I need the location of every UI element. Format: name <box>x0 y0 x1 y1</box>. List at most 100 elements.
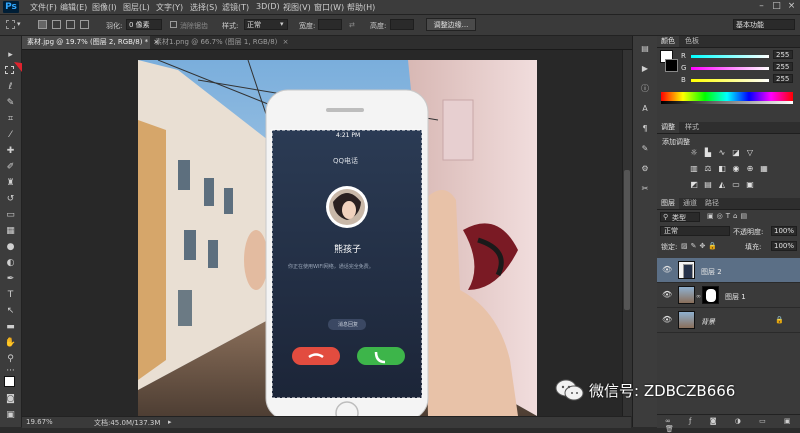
tab-document-2[interactable]: 素材1.png @ 66.7% (图层 1, RGB/8) × <box>150 36 290 49</box>
shape-tool-icon[interactable]: ▬ <box>4 322 17 333</box>
black-white-icon[interactable]: ◧ <box>717 164 727 174</box>
history-brush-icon[interactable]: ↺ <box>4 194 17 205</box>
workspace-select[interactable]: 基本功能 <box>733 19 795 30</box>
status-arrow-icon[interactable]: ▸ <box>168 418 172 426</box>
visibility-eye-icon[interactable]: 👁 <box>662 316 672 324</box>
brightness-icon[interactable]: ☼ <box>689 148 699 158</box>
threshold-icon[interactable]: ◭ <box>717 180 727 190</box>
levels-icon[interactable]: ▙ <box>703 148 713 158</box>
pen-tool-icon[interactable]: ✒ <box>4 274 17 285</box>
menu-filter[interactable]: 滤镜(T) <box>222 2 249 13</box>
paragraph-panel-icon[interactable]: ¶ <box>639 124 651 134</box>
opacity-input[interactable]: 100% <box>771 226 797 236</box>
close-window-icon[interactable]: × <box>787 2 796 11</box>
menu-file[interactable]: 文件(F) <box>30 2 57 13</box>
quick-selection-icon[interactable]: ✎ <box>4 98 17 109</box>
minimize-icon[interactable]: – <box>757 2 766 11</box>
tab-layers[interactable]: 图层 <box>657 198 679 209</box>
menu-view[interactable]: 视图(V) <box>283 2 311 13</box>
menu-window[interactable]: 窗口(W) <box>314 2 344 13</box>
b-value[interactable]: 255 <box>773 74 793 83</box>
grayscale-ramp[interactable] <box>661 101 793 104</box>
document-canvas[interactable]: 4:21 PM QQ电话 熊孩子 你正在使用WIFI网络，通话完全免费。 消息回… <box>138 60 537 416</box>
photo-filter-icon[interactable]: ◉ <box>731 164 741 174</box>
info-panel-icon[interactable]: ⓘ <box>639 84 651 94</box>
hand-tool-icon[interactable]: ✋ <box>4 338 17 349</box>
eyedropper-icon[interactable]: ⁄ <box>4 130 17 141</box>
chain-link-icon[interactable]: ∞ <box>696 293 701 300</box>
zoom-level[interactable]: 19.67% <box>26 418 53 426</box>
dropdown-arrow-icon[interactable]: ▾ <box>17 20 21 28</box>
layer-row-2[interactable]: 👁 图层 2 <box>657 258 800 283</box>
tab-adjustments[interactable]: 调整 <box>657 122 679 133</box>
tab-styles[interactable]: 样式 <box>681 122 703 133</box>
color-balance-icon[interactable]: ⚖ <box>703 164 713 174</box>
foreground-color-swatch[interactable] <box>4 376 15 387</box>
height-input[interactable] <box>390 19 414 30</box>
r-slider[interactable] <box>691 55 769 58</box>
character-panel-icon[interactable]: A <box>639 104 651 114</box>
menu-type[interactable]: 文字(Y) <box>156 2 183 13</box>
g-value[interactable]: 255 <box>773 62 793 71</box>
menu-3d[interactable]: 3D(D) <box>256 2 280 11</box>
visibility-eye-icon[interactable]: 👁 <box>662 266 672 274</box>
layer-name[interactable]: 图层 1 <box>725 292 746 302</box>
curves-icon[interactable]: ∿ <box>717 148 727 158</box>
dodge-tool-icon[interactable]: ◐ <box>4 258 17 269</box>
zoom-tool-icon[interactable]: ⚲ <box>4 354 17 365</box>
blur-tool-icon[interactable]: ● <box>4 242 17 253</box>
brush-panel-icon[interactable]: ✎ <box>639 144 651 154</box>
layer-footer-icons[interactable]: ∞ ƒ ◙ ◑ ▭ ▣ 🗑 <box>665 417 800 433</box>
tab-paths[interactable]: 路径 <box>701 198 723 209</box>
refine-edge-button[interactable]: 调整边缘... <box>426 18 476 31</box>
selective-color-icon[interactable]: ▣ <box>745 180 755 190</box>
layer-row-background[interactable]: 👁 背景 🔒 <box>657 308 800 333</box>
posterize-icon[interactable]: ▤ <box>703 180 713 190</box>
subtract-selection-icon[interactable] <box>66 20 75 29</box>
tab-channels[interactable]: 通道 <box>679 198 701 209</box>
visibility-eye-icon[interactable]: 👁 <box>662 291 672 299</box>
color-lookup-icon[interactable]: ▦ <box>759 164 769 174</box>
b-slider[interactable] <box>691 79 769 82</box>
hue-saturation-icon[interactable]: ▥ <box>689 164 699 174</box>
history-panel-icon[interactable]: ▤ <box>639 44 651 54</box>
width-input[interactable] <box>318 19 342 30</box>
crop-tool-icon[interactable]: ⌗ <box>4 114 17 125</box>
vibrance-icon[interactable]: ▽ <box>745 148 755 158</box>
channel-mixer-icon[interactable]: ⊕ <box>745 164 755 174</box>
menu-layer[interactable]: 图层(L) <box>123 2 150 13</box>
layer-name[interactable]: 背景 <box>701 317 715 327</box>
vertical-scrollbar[interactable] <box>622 50 632 416</box>
tab-document-1[interactable]: 素材.jpg @ 19.7% (图层 2, RGB/8) * × <box>22 36 159 49</box>
menu-edit[interactable]: 编辑(E) <box>60 2 87 13</box>
antialias-checkbox[interactable] <box>170 21 177 28</box>
menu-image[interactable]: 图像(I) <box>92 2 117 13</box>
type-tool-icon[interactable]: T <box>4 290 17 301</box>
layer-mask-thumbnail[interactable] <box>702 286 719 304</box>
r-value[interactable]: 255 <box>773 50 793 59</box>
path-selection-icon[interactable]: ↖ <box>4 306 17 317</box>
color-spectrum[interactable] <box>661 92 793 101</box>
g-slider[interactable] <box>691 67 769 70</box>
menu-select[interactable]: 选择(S) <box>190 2 217 13</box>
filter-icons[interactable]: ▣◎T⌂▤ <box>707 212 750 220</box>
blend-mode-select[interactable]: 正常 <box>660 226 730 236</box>
healing-brush-icon[interactable]: ✚ <box>4 146 17 157</box>
gradient-map-icon[interactable]: ▭ <box>731 180 741 190</box>
new-selection-icon[interactable] <box>38 20 47 29</box>
fill-input[interactable]: 100% <box>771 241 797 251</box>
maximize-icon[interactable]: □ <box>772 2 781 11</box>
swap-icon[interactable]: ⇄ <box>349 21 355 29</box>
menu-help[interactable]: 帮助(H) <box>347 2 375 13</box>
lock-icons[interactable]: ▨✎✥🔒 <box>681 242 720 250</box>
canvas-area[interactable]: 4:21 PM QQ电话 熊孩子 你正在使用WIFI网络，通话完全免费。 消息回… <box>22 50 622 416</box>
clone-source-icon[interactable]: ⚙ <box>639 164 651 174</box>
background-swatch[interactable] <box>665 59 678 72</box>
exposure-icon[interactable]: ◪ <box>731 148 741 158</box>
screen-mode-icon[interactable]: ▣ <box>4 410 17 421</box>
layer-name[interactable]: 图层 2 <box>701 267 722 277</box>
brush-tool-icon[interactable]: ✐ <box>4 162 17 173</box>
close-tab-icon[interactable]: × <box>283 38 289 46</box>
tab-color[interactable]: 颜色 <box>657 36 679 47</box>
marquee-preset-icon[interactable] <box>6 20 15 29</box>
